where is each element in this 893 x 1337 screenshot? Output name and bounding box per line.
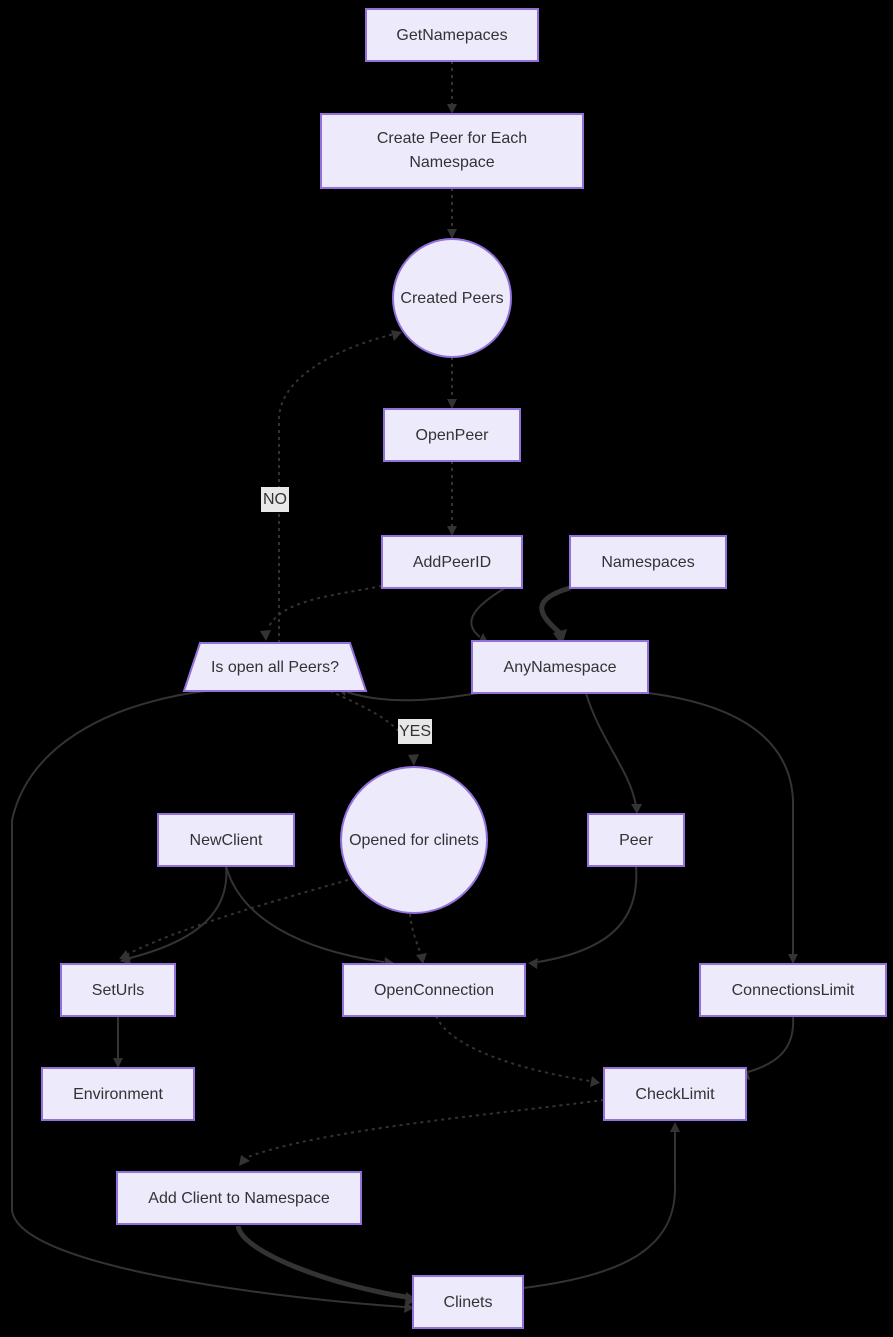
node-environment-label: Environment: [73, 1086, 163, 1103]
node-namespaces-label: Namespaces: [601, 554, 694, 571]
node-clinets-label: Clinets: [444, 1294, 493, 1311]
edge-openconnection-to-checklimit: [435, 1015, 600, 1087]
edge-newclient-to-seturls: [120, 865, 228, 965]
node-openpeer-label: OpenPeer: [416, 427, 490, 444]
node-newclient[interactable]: NewClient: [157, 813, 295, 867]
node-openedforclinets[interactable]: Opened for clinets: [340, 766, 488, 914]
edge-createpeer-to-createdpeers: [447, 188, 457, 239]
node-peer[interactable]: Peer: [587, 813, 685, 867]
node-checklimit-label: CheckLimit: [635, 1086, 715, 1103]
edge-seturls-to-environment: [113, 1016, 123, 1068]
edge-getnamespaces-to-createpeer: [447, 61, 457, 114]
node-createdpeers-label: Created Peers: [400, 290, 503, 307]
edge-isopenallpeers-to-createdpeers: [278, 330, 402, 643]
edge-peer-to-openconnection: [528, 865, 638, 969]
node-environment[interactable]: Environment: [41, 1067, 195, 1121]
node-addclienttonamespace-label: Add Client to Namespace: [148, 1190, 330, 1207]
edge-namespaces-to-anynamespace: [539, 585, 571, 646]
edge-openedforclinets-to-openconnection: [409, 913, 427, 964]
node-createpeer[interactable]: Create Peer for Each Namespace: [320, 113, 584, 189]
edge-label-yes: YES: [398, 719, 432, 744]
edge-label-layer: NO YES: [261, 487, 432, 744]
edge-clinets-to-checklimit: [522, 1122, 680, 1289]
node-anynamespace-label: AnyNamespace: [504, 659, 617, 676]
flowchart-canvas: GetNamepaces Create Peer for Each Namesp…: [0, 0, 893, 1337]
node-getnamespaces[interactable]: GetNamepaces: [365, 8, 539, 62]
edge-openpeer-to-addpeerid: [447, 461, 457, 536]
node-connectionslimit-label: ConnectionsLimit: [732, 982, 855, 999]
edge-label-yes-text: YES: [399, 723, 431, 740]
node-openpeer[interactable]: OpenPeer: [383, 408, 521, 462]
node-namespaces[interactable]: Namespaces: [569, 535, 727, 589]
node-addpeerid[interactable]: AddPeerID: [381, 535, 523, 589]
edge-checklimit-to-addclienttonamespace: [239, 1099, 605, 1166]
node-anynamespace[interactable]: AnyNamespace: [471, 640, 649, 694]
node-clinets[interactable]: Clinets: [412, 1275, 524, 1329]
node-connectionslimit[interactable]: ConnectionsLimit: [699, 963, 887, 1017]
flowchart-svg: GetNamepaces Create Peer for Each Namesp…: [11, 8, 887, 1329]
edge-layer: [11, 61, 798, 1313]
node-createpeer-label-line1: Create Peer for Each: [377, 130, 527, 147]
node-openedforclinets-label: Opened for clinets: [349, 832, 479, 849]
edge-label-no-text: NO: [263, 491, 287, 508]
edge-addpeerid-to-anynamespace: [470, 587, 506, 644]
node-openconnection[interactable]: OpenConnection: [342, 963, 526, 1017]
node-newclient-label: NewClient: [190, 832, 263, 849]
node-seturls-label: SetUrls: [92, 982, 144, 999]
edge-anynamespace-to-peer: [585, 692, 642, 814]
node-seturls[interactable]: SetUrls: [60, 963, 176, 1017]
edge-label-no: NO: [261, 487, 289, 512]
edge-createdpeers-to-openpeer: [447, 357, 457, 409]
node-checklimit[interactable]: CheckLimit: [603, 1067, 747, 1121]
node-peer-label: Peer: [619, 832, 653, 849]
node-openconnection-label: OpenConnection: [374, 982, 494, 999]
node-isopenallpeers-label: Is open all Peers?: [211, 659, 339, 676]
node-isopenallpeers[interactable]: Is open all Peers?: [182, 642, 368, 692]
node-layer: GetNamepaces Create Peer for Each Namesp…: [41, 8, 887, 1329]
node-getnamespaces-label: GetNamepaces: [396, 27, 507, 44]
edge-openedforclinets-to-seturls: [119, 879, 349, 960]
node-addclienttonamespace[interactable]: Add Client to Namespace: [116, 1171, 362, 1225]
node-createdpeers[interactable]: Created Peers: [392, 238, 512, 358]
node-addpeerid-label: AddPeerID: [413, 554, 491, 571]
node-createpeer-label-line2: Namespace: [409, 154, 494, 171]
